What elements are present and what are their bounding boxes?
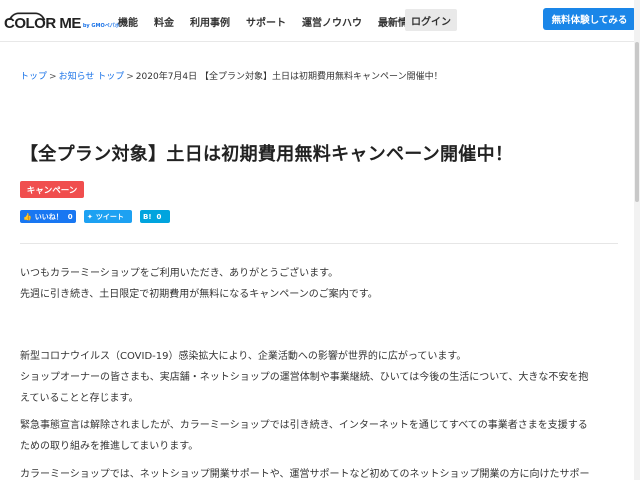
tweet-label: ツイート: [95, 212, 124, 221]
hatena-bookmark-button[interactable]: B! 0: [140, 210, 170, 223]
page-scrollbar[interactable]: [634, 0, 640, 480]
colorme-logo[interactable]: COLOR ME by GMOペパボ: [4, 12, 120, 32]
paragraph-line: ための取り組みを推進してまいります。: [20, 441, 199, 452]
breadcrumb-top-link[interactable]: トップ: [20, 72, 47, 82]
paragraph-line: 先週に引き続き、土日限定で初期費用が無料になるキャンペーンのご案内です。: [20, 289, 378, 300]
breadcrumb-current: 2020年7月4日 【全プラン対象】土日は初期費用無料キャンペーン開催中！: [135, 72, 443, 82]
article-paragraph: 新型コロナウイルス（COVID-19）感染拡大により、企業活動への影響が世界的に…: [20, 346, 620, 409]
logo-text: COLOR ME: [4, 15, 81, 32]
scrollbar-thumb[interactable]: [635, 42, 639, 202]
nav-item-features[interactable]: 機能: [118, 14, 138, 29]
breadcrumb: トップ > お知らせ トップ >2020年7月4日 【全プラン対象】土日は初期費用無料…: [20, 69, 443, 82]
article-paragraph: 緊急事態宣言は解除されましたが、カラーミーショップでは引き続き、インターネットを…: [20, 415, 620, 457]
thumbs-up-icon: 👍: [23, 212, 32, 221]
article-paragraph: いつもカラーミーショップをご利用いただき、ありがとうございます。 先週に引き続き…: [20, 263, 620, 305]
category-badge[interactable]: キャンペーン: [20, 181, 84, 198]
facebook-like-button[interactable]: 👍 いいね！ 0: [20, 210, 76, 223]
content-divider: [20, 243, 618, 244]
nav-item-support[interactable]: サポート: [246, 14, 286, 29]
paragraph-line: 緊急事態宣言は解除されましたが、カラーミーショップでは引き続き、インターネットを…: [20, 420, 588, 431]
hatena-label: B!: [143, 212, 152, 221]
twitter-bird-icon: ✦: [87, 212, 93, 221]
nav-item-knowhow[interactable]: 運営ノウハウ: [302, 14, 362, 29]
tweet-button[interactable]: ✦ ツイート: [84, 210, 132, 223]
breadcrumb-separator: >: [126, 72, 134, 82]
breadcrumb-separator: >: [49, 72, 57, 82]
free-trial-button[interactable]: 無料体験してみる: [543, 8, 636, 30]
paragraph-line: カラーミーショップでは、ネットショップ開業サポートや、運営サポートなど初めてのネ…: [20, 469, 590, 480]
nav-item-pricing[interactable]: 料金: [154, 14, 174, 29]
hatena-count: 0: [156, 212, 162, 221]
article-title: 【全プラン対象】土日は初期費用無料キャンペーン開催中！: [20, 144, 514, 165]
site-header: COLOR ME by GMOペパボ 機能 料金 利用事例 サポート 運営ノウハ…: [0, 0, 640, 42]
breadcrumb-news-link[interactable]: お知らせ トップ: [59, 72, 125, 82]
paragraph-line: ショップオーナーの皆さまも、実店舗・ネットショップの運営体制や事業継続、ひいては…: [20, 372, 589, 383]
logo-sub-text: by GMOペパボ: [82, 23, 120, 29]
nav-item-case-studies[interactable]: 利用事例: [190, 14, 230, 29]
paragraph-line: いつもカラーミーショップをご利用いただき、ありがとうございます。: [20, 268, 339, 279]
login-button[interactable]: ログイン: [405, 9, 457, 31]
article-paragraph: カラーミーショップでは、ネットショップ開業サポートや、運営サポートなど初めてのネ…: [20, 464, 620, 480]
paragraph-line: えていることと存じます。: [20, 393, 139, 404]
facebook-like-count: 0: [67, 212, 73, 221]
paragraph-line: 新型コロナウイルス（COVID-19）感染拡大により、企業活動への影響が世界的に…: [20, 351, 467, 362]
facebook-like-label: いいね！: [34, 212, 63, 221]
main-nav: 機能 料金 利用事例 サポート 運営ノウハウ 最新情報: [118, 0, 434, 42]
